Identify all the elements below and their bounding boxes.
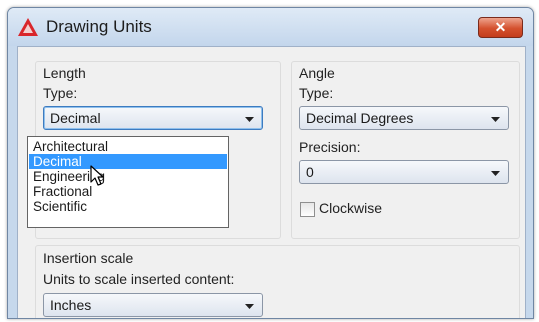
dropdown-option-architectural[interactable]: Architectural (29, 139, 227, 154)
mouse-pointer-icon (90, 165, 104, 186)
angle-type-label: Type: (299, 85, 334, 101)
angle-type-value: Decimal Degrees (306, 110, 414, 126)
angle-precision-label: Precision: (299, 139, 361, 155)
title-bar[interactable]: Drawing Units ✕ (8, 8, 533, 46)
chevron-down-icon (491, 171, 500, 176)
dropdown-option-engineering[interactable]: Engineering (29, 169, 227, 184)
autocad-app-icon (18, 18, 38, 36)
insertion-units-value: Inches (50, 297, 92, 313)
angle-precision-combobox[interactable]: 0 (299, 160, 509, 184)
dialog-title: Drawing Units (46, 17, 152, 36)
dropdown-option-scientific[interactable]: Scientific (29, 199, 227, 214)
chevron-down-icon (245, 304, 254, 309)
insertion-scale-label: Insertion scale (43, 250, 134, 266)
chevron-down-icon (491, 117, 500, 122)
angle-type-combobox[interactable]: Decimal Degrees (299, 106, 509, 130)
clockwise-label[interactable]: Clockwise (319, 200, 382, 216)
length-type-label: Type: (43, 85, 78, 101)
angle-group-label: Angle (299, 65, 335, 81)
insertion-units-combobox[interactable]: Inches (43, 293, 263, 317)
length-type-dropdown-list: Architectural Decimal Engineering Fracti… (27, 136, 229, 228)
length-type-combobox[interactable]: Decimal (43, 106, 263, 130)
clockwise-checkbox[interactable] (300, 202, 315, 217)
dropdown-option-decimal[interactable]: Decimal (29, 154, 227, 169)
close-button[interactable]: ✕ (478, 17, 523, 38)
dropdown-option-fractional[interactable]: Fractional (29, 184, 227, 199)
length-group-label: Length (43, 65, 86, 81)
angle-precision-value: 0 (306, 164, 314, 180)
insertion-units-label: Units to scale inserted content: (43, 271, 235, 287)
chevron-down-icon (245, 117, 254, 122)
length-type-value: Decimal (50, 110, 101, 126)
